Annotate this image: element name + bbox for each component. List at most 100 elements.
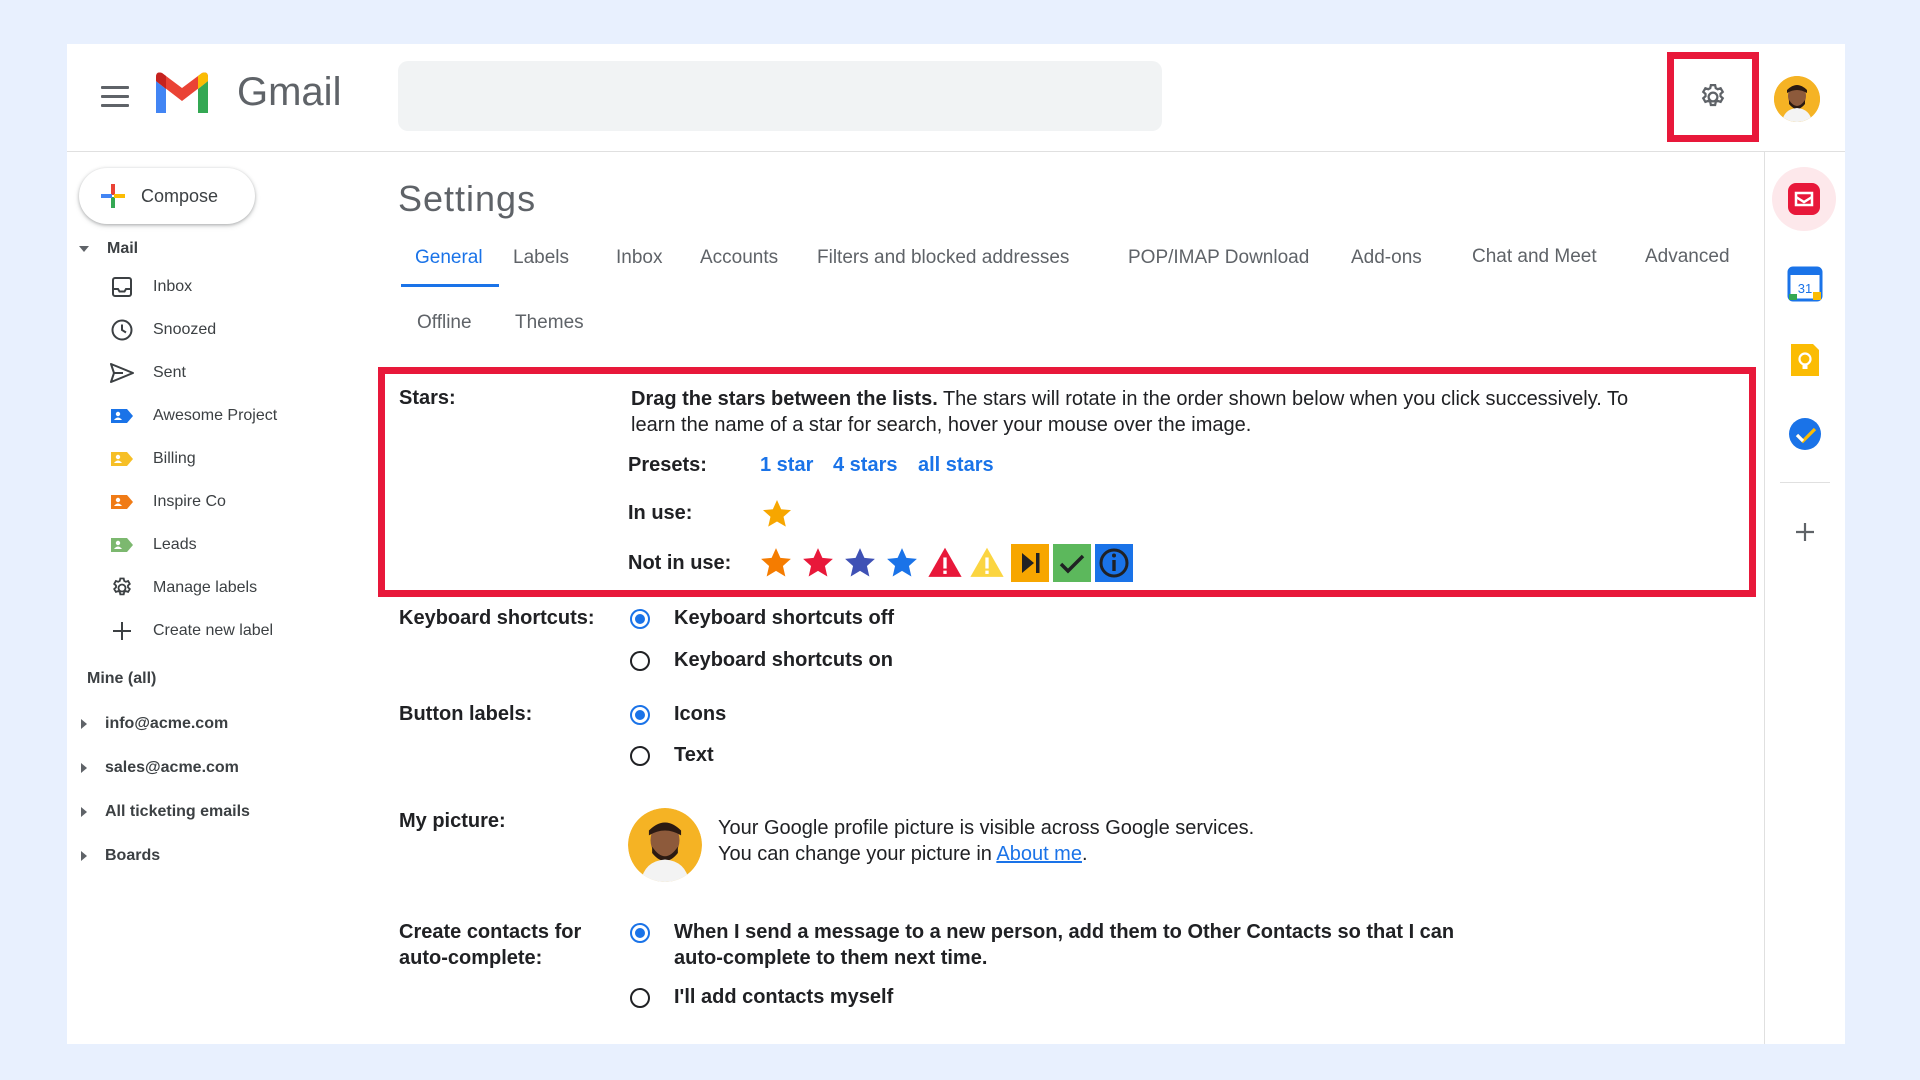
caret-down-icon xyxy=(79,246,89,252)
nav-item-billing[interactable]: Billing xyxy=(109,441,389,477)
gear-icon xyxy=(109,575,135,601)
keep-button[interactable] xyxy=(1787,342,1823,378)
nav-item-inbox[interactable]: Inbox xyxy=(109,269,389,305)
text-radio[interactable] xyxy=(630,746,650,766)
account-label: Boards xyxy=(105,847,161,864)
icons-radio[interactable] xyxy=(630,705,650,725)
auto-add-contacts-option[interactable]: When I send a message to a new person, a… xyxy=(674,919,1454,971)
active-tab-indicator xyxy=(401,284,499,287)
nav-item-label: Leads xyxy=(153,536,197,553)
red-star-icon[interactable] xyxy=(801,546,835,580)
tab-add-ons[interactable]: Add-ons xyxy=(1351,247,1422,269)
label-icon xyxy=(109,489,135,515)
addon-button[interactable] xyxy=(1772,167,1836,231)
nav-item-label: Sent xyxy=(153,364,186,381)
text-option[interactable]: Text xyxy=(674,744,714,767)
orange-guillemet-icon[interactable] xyxy=(1011,544,1049,582)
label-icon xyxy=(109,532,135,558)
tab-pop-imap[interactable]: POP/IMAP Download xyxy=(1128,247,1309,269)
plus-icon xyxy=(109,618,135,644)
auto-add-contacts-radio[interactable] xyxy=(630,923,650,943)
calendar-day: 31 xyxy=(1798,281,1812,296)
account-label: sales@acme.com xyxy=(105,759,239,776)
tab-filters[interactable]: Filters and blocked addresses xyxy=(817,247,1069,269)
stars-desc-line1: The stars will rotate in the order shown… xyxy=(942,388,1629,410)
nav-item-inspire-co[interactable]: Inspire Co xyxy=(109,484,389,520)
keyboard-on-option[interactable]: Keyboard shortcuts on xyxy=(674,649,893,672)
tab-labels[interactable]: Labels xyxy=(513,247,569,269)
nav-item-awesome-project[interactable]: Awesome Project xyxy=(109,398,389,434)
main-menu-icon[interactable] xyxy=(101,86,129,108)
keyboard-off-option[interactable]: Keyboard shortcuts off xyxy=(674,607,894,630)
nav-item-label: Inbox xyxy=(153,278,193,295)
account-label: info@acme.com xyxy=(105,715,229,732)
mail-section-label: Mail xyxy=(107,240,139,257)
in-use-label: In use: xyxy=(628,502,693,524)
caret-right-icon xyxy=(81,807,87,817)
send-icon xyxy=(109,360,135,386)
my-picture-description: Your Google profile picture is visible a… xyxy=(718,815,1418,867)
profile-picture[interactable] xyxy=(628,808,702,882)
account-item-sales[interactable]: sales@acme.com xyxy=(81,753,239,783)
keyboard-shortcuts-label: Keyboard shortcuts: xyxy=(399,607,595,629)
orange-star-icon[interactable] xyxy=(759,546,793,580)
calendar-button[interactable]: 31 xyxy=(1787,266,1823,302)
blue-star-icon[interactable] xyxy=(885,546,919,580)
mail-section-toggle[interactable]: Mail xyxy=(79,240,138,258)
nav-item-manage-labels[interactable]: Manage labels xyxy=(109,570,389,606)
calendar-icon: 31 xyxy=(1787,266,1823,302)
mine-section-label: Mine (all) xyxy=(87,670,157,687)
my-picture-period: . xyxy=(1081,843,1088,865)
not-in-use-stars xyxy=(759,543,1133,583)
nav-item-create-label[interactable]: Create new label xyxy=(109,613,389,649)
caret-right-icon xyxy=(81,763,87,773)
manual-contacts-option[interactable]: I'll add contacts myself xyxy=(674,986,893,1009)
account-item-ticketing[interactable]: All ticketing emails xyxy=(81,797,250,827)
icons-option[interactable]: Icons xyxy=(674,703,726,726)
tab-inbox[interactable]: Inbox xyxy=(616,247,662,269)
account-item-info[interactable]: info@acme.com xyxy=(81,709,228,739)
tab-themes[interactable]: Themes xyxy=(515,312,584,334)
search-bar[interactable] xyxy=(398,61,1162,131)
create-contacts-label: Create contacts for auto-complete: xyxy=(399,919,581,971)
tab-accounts[interactable]: Accounts xyxy=(700,247,778,269)
gmail-logo-icon[interactable] xyxy=(152,71,212,117)
manual-contacts-radio[interactable] xyxy=(630,988,650,1008)
keyboard-on-radio[interactable] xyxy=(630,651,650,671)
settings-button[interactable] xyxy=(1667,52,1759,142)
stars-intro: Drag the stars between the lists. xyxy=(631,388,938,410)
tasks-button[interactable] xyxy=(1787,416,1823,452)
compose-button[interactable]: Compose xyxy=(79,168,255,224)
preset-4-stars[interactable]: 4 stars xyxy=(833,454,898,477)
about-me-link[interactable]: About me xyxy=(996,843,1082,865)
keyboard-off-radio[interactable] xyxy=(630,609,650,629)
create-contacts-line1: Create contacts for xyxy=(399,921,582,943)
preset-all-stars[interactable]: all stars xyxy=(918,454,994,477)
yellow-star-icon[interactable] xyxy=(761,498,793,530)
add-addon-button[interactable] xyxy=(1787,514,1823,550)
tasks-icon xyxy=(1789,418,1821,450)
blue-info-icon[interactable] xyxy=(1095,544,1133,582)
tab-chat-meet[interactable]: Chat and Meet xyxy=(1472,246,1597,268)
addon-icon xyxy=(1788,183,1820,215)
purple-star-icon[interactable] xyxy=(843,546,877,580)
nav-item-label: Inspire Co xyxy=(153,493,226,510)
nav-item-leads[interactable]: Leads xyxy=(109,527,389,563)
yellow-bang-icon[interactable] xyxy=(969,546,1005,580)
nav-item-snoozed[interactable]: Snoozed xyxy=(109,312,389,348)
nav-item-sent[interactable]: Sent xyxy=(109,355,389,391)
keep-icon xyxy=(1791,344,1819,376)
tab-advanced[interactable]: Advanced xyxy=(1645,246,1730,268)
tab-offline[interactable]: Offline xyxy=(417,312,472,334)
gmail-wordmark[interactable]: Gmail xyxy=(237,70,341,115)
tab-general[interactable]: General xyxy=(415,247,483,269)
clock-icon xyxy=(109,317,135,343)
red-bang-icon[interactable] xyxy=(927,546,963,580)
gmail-window: Gmail Compose Mail Inbox Snoozed Sent Aw… xyxy=(67,44,1845,1044)
account-avatar[interactable] xyxy=(1774,76,1820,122)
not-in-use-label: Not in use: xyxy=(628,552,732,574)
account-item-boards[interactable]: Boards xyxy=(81,841,160,871)
preset-1-star[interactable]: 1 star xyxy=(760,454,813,477)
caret-right-icon xyxy=(81,719,87,729)
green-check-icon[interactable] xyxy=(1053,544,1091,582)
